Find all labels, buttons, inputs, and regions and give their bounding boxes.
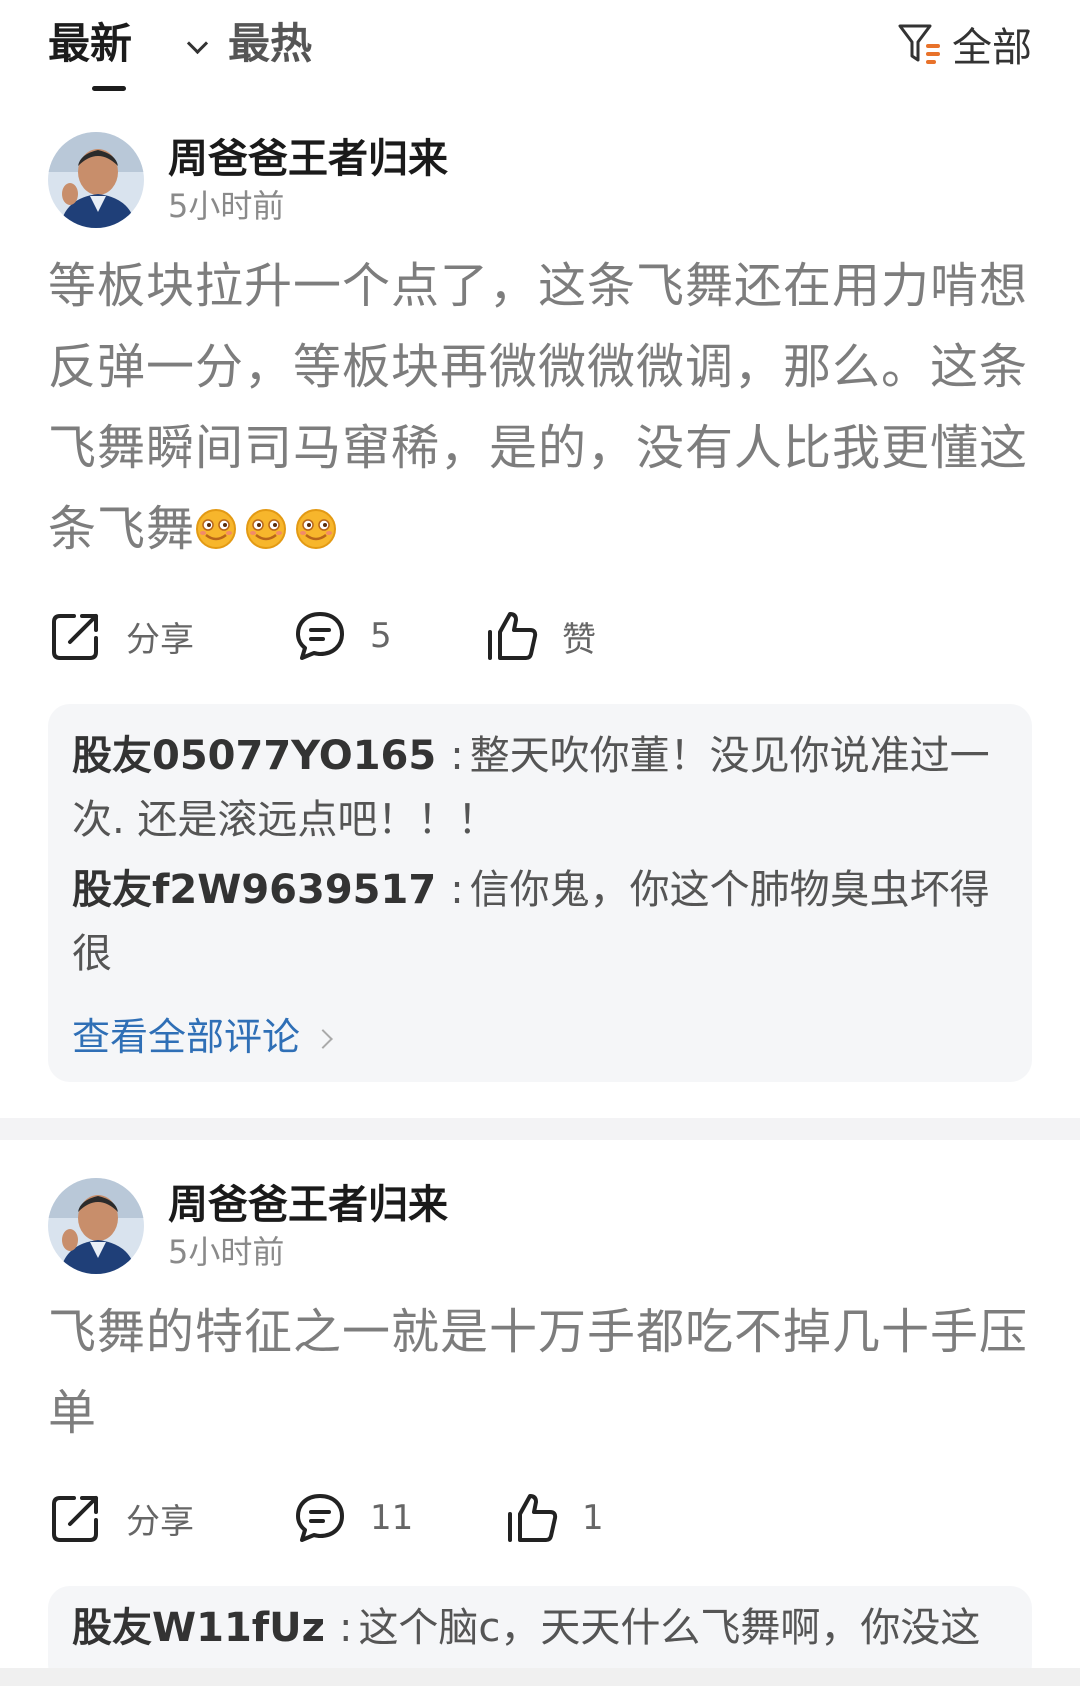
post-content: 等板块拉升一个点了，这条飞舞还在用力啃想反弹一分，等板块再微微微微调，那么。这条… xyxy=(48,246,1032,570)
grin-emoji-icon xyxy=(295,508,337,550)
comment-count: 5 xyxy=(370,616,392,656)
like-button[interactable]: 赞 xyxy=(484,604,596,668)
reply-username[interactable]: 股友W11fUz xyxy=(72,1605,325,1651)
reply-text: 这个脑c，天天什么飞舞啊，你没这 xyxy=(358,1605,981,1651)
like-label: 赞 xyxy=(562,619,596,660)
comment-count: 11 xyxy=(370,1498,414,1538)
comment-button[interactable]: 5 xyxy=(292,604,392,668)
share-button[interactable]: 分享 xyxy=(48,1486,194,1550)
filter-icon xyxy=(898,24,940,64)
post-content: 飞舞的特征之一就是十万手都吃不掉几十手压单 xyxy=(48,1292,1032,1454)
comment-icon xyxy=(296,1494,344,1542)
post-author[interactable]: 周爸爸王者归来 xyxy=(168,134,448,184)
top-tab-bar: 最新 最热 全部 xyxy=(0,0,1080,100)
post-time: 5小时前 xyxy=(168,1233,285,1271)
reply-item[interactable]: 股友W11fUz: 这个脑c，天天什么飞舞啊，你没这 xyxy=(72,1596,1012,1660)
share-label: 分享 xyxy=(126,1501,194,1542)
reply-separator: : xyxy=(450,733,464,779)
tab-latest-label: 最新 xyxy=(48,19,133,68)
comment-button[interactable]: 11 xyxy=(292,1486,413,1550)
share-label: 分享 xyxy=(126,619,194,660)
tab-hot[interactable]: 最热 xyxy=(228,16,312,72)
reply-item[interactable]: 股友05077YO165: 整天吹你董！没见你说准过一次. 还是滚远点吧！！！ xyxy=(72,724,1012,852)
post-author[interactable]: 周爸爸王者归来 xyxy=(168,1180,448,1230)
post-divider xyxy=(0,1118,1080,1140)
filter-button[interactable]: 全部 xyxy=(896,16,1032,72)
reply-separator: : xyxy=(450,867,464,913)
share-icon xyxy=(52,1496,98,1542)
post-actions: 分享 5 赞 xyxy=(0,604,1080,668)
post-content-text: 飞舞的特征之一就是十万手都吃不掉几十手压单 xyxy=(48,1304,1029,1441)
tab-latest[interactable]: 最新 xyxy=(48,16,209,72)
post-time: 5小时前 xyxy=(168,187,285,225)
active-tab-indicator xyxy=(92,86,126,91)
like-count: 1 xyxy=(582,1498,604,1538)
grin-emoji-icon xyxy=(195,508,237,550)
bottom-edge xyxy=(0,1668,1080,1686)
chevron-right-icon xyxy=(313,1029,333,1049)
thumbs-up-icon xyxy=(508,1494,558,1542)
reply-separator: : xyxy=(338,1605,353,1651)
share-button[interactable]: 分享 xyxy=(48,604,194,668)
filter-label: 全部 xyxy=(952,25,1032,71)
view-all-comments-link[interactable]: 查看全部评论 xyxy=(72,1012,333,1062)
like-button[interactable]: 1 xyxy=(504,1486,604,1550)
reply-username[interactable]: 股友f2W9639517 xyxy=(72,867,436,913)
share-icon xyxy=(52,614,98,660)
avatar[interactable] xyxy=(48,132,144,228)
grin-emoji-icon xyxy=(245,508,287,550)
post-actions: 分享 11 1 xyxy=(0,1486,1080,1550)
replies-box: 股友05077YO165: 整天吹你董！没见你说准过一次. 还是滚远点吧！！！ 股… xyxy=(48,704,1032,1082)
reply-username[interactable]: 股友05077YO165 xyxy=(72,733,436,779)
thumbs-up-icon xyxy=(488,612,538,660)
avatar[interactable] xyxy=(48,1178,144,1274)
comment-icon xyxy=(296,612,344,660)
reply-item[interactable]: 股友f2W9639517: 信你鬼，你这个肺物臭虫坏得很 xyxy=(72,858,1012,986)
view-all-label: 查看全部评论 xyxy=(72,1015,301,1059)
chevron-down-icon xyxy=(186,32,209,55)
tab-hot-label: 最热 xyxy=(228,19,313,68)
